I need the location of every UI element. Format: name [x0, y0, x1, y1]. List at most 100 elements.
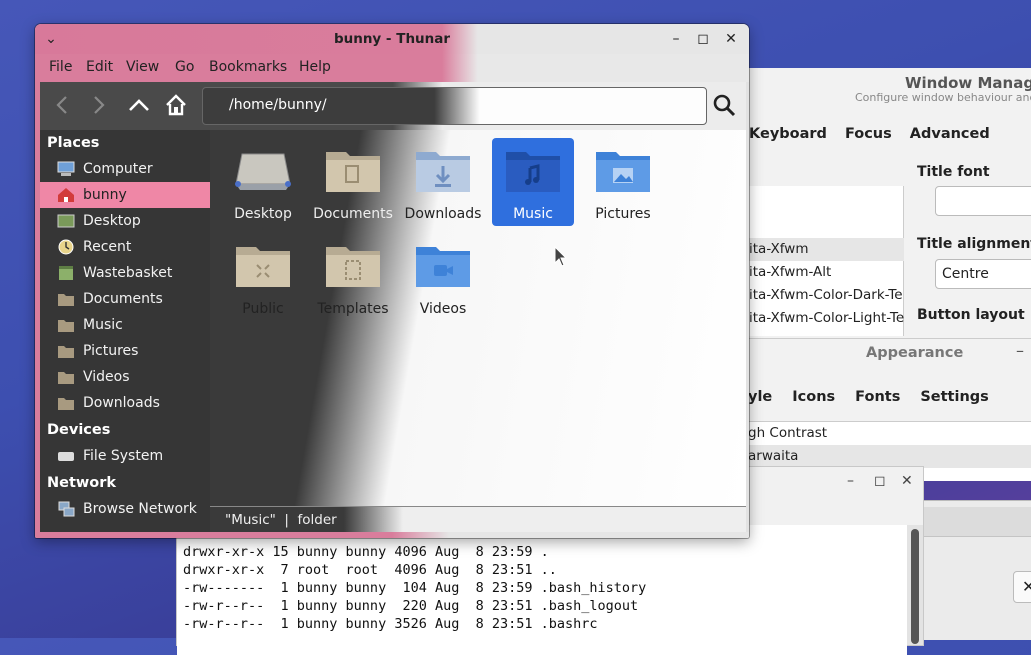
network-header: Network [47, 475, 117, 491]
terminal-scrollbar[interactable] [907, 525, 923, 645]
title-font-button[interactable] [935, 186, 1031, 216]
thunar-window: ⌄ bunny - Thunar – ◻ ✕ File Edit View Go… [35, 24, 749, 538]
file-label: Documents [313, 206, 393, 222]
documents-folder-icon [58, 294, 74, 306]
desktop-folder-icon [235, 153, 291, 190]
sidebar-item-wastebasket[interactable]: Wastebasket [40, 260, 210, 286]
sidebar-item-bunny[interactable]: bunny [40, 182, 210, 208]
file-item-music[interactable]: Music [492, 138, 574, 226]
home-folder-icon [58, 188, 74, 202]
menu-file[interactable]: File [49, 59, 72, 75]
file-view[interactable]: Desktop Documents Downloads Music Pictur… [210, 130, 746, 506]
appearance-tabs: yle Icons Fonts Settings [748, 389, 1009, 405]
file-item-pictures[interactable]: Pictures [582, 138, 664, 226]
menu-bookmarks[interactable]: Bookmarks [209, 59, 287, 75]
file-item-templates[interactable]: Templates [312, 233, 394, 321]
parent-folder-icon[interactable] [126, 92, 152, 118]
file-item-documents[interactable]: Documents [312, 138, 394, 226]
music-folder-icon [506, 152, 560, 192]
title-alignment-label: Title alignment [917, 236, 1031, 252]
button-layout-label: Button layout [917, 307, 1025, 323]
sidebar: Places Computer bunny Desktop Recent Was… [40, 130, 210, 532]
back-icon[interactable] [49, 92, 75, 118]
sidebar-item-label: Documents [83, 291, 163, 307]
sidebar-item-videos[interactable]: Videos [40, 364, 210, 390]
list-item[interactable]: ita-Xfwm [749, 238, 904, 261]
tab-icons[interactable]: Icons [792, 389, 835, 405]
menu-help[interactable]: Help [299, 59, 331, 75]
list-item[interactable]: ita-Xfwm-Color-Light-Te [749, 307, 904, 330]
desktop-icon [57, 214, 75, 228]
tab-advanced[interactable]: Advanced [910, 124, 990, 144]
tab-style[interactable]: yle [748, 389, 772, 405]
dialog-window: ✕ [922, 500, 1031, 640]
minimize-icon[interactable]: – [1016, 341, 1024, 360]
sidebar-item-pictures[interactable]: Pictures [40, 338, 210, 364]
terminal-line: -rw-r--r-- 1 bunny bunny 220 Aug 8 23:51… [183, 598, 639, 614]
sidebar-item-label: Computer [83, 161, 153, 177]
close-icon[interactable]: ✕ [721, 29, 741, 49]
file-label: Music [513, 206, 553, 222]
list-item[interactable]: ita-Xfwm-Alt [749, 261, 904, 284]
sidebar-item-downloads[interactable]: Downloads [40, 390, 210, 416]
list-item[interactable]: gh Contrast [748, 422, 1031, 445]
sidebar-item-file-system[interactable]: File System [40, 443, 210, 469]
documents-folder-icon [326, 152, 380, 192]
forward-icon[interactable] [86, 92, 112, 118]
location-bar[interactable]: /home/bunny/ [202, 87, 707, 125]
menu-go[interactable]: Go [175, 59, 194, 75]
title-font-label: Title font [917, 164, 990, 180]
maximize-icon[interactable]: ◻ [874, 473, 886, 489]
sidebar-item-music[interactable]: Music [40, 312, 210, 338]
tab-focus[interactable]: Focus [845, 124, 892, 144]
sidebar-item-documents[interactable]: Documents [40, 286, 210, 312]
sidebar-item-label: File System [83, 448, 164, 464]
sidebar-item-label: Recent [83, 239, 132, 255]
search-icon[interactable] [711, 92, 737, 118]
tab-keyboard[interactable]: Keyboard [749, 124, 827, 144]
network-icon [58, 501, 75, 517]
terminal-line: drwxr-xr-x 15 bunny bunny 4096 Aug 8 23:… [183, 544, 549, 560]
trash-icon [59, 266, 73, 280]
public-folder-icon [236, 247, 290, 287]
terminal-line: -rw------- 1 bunny bunny 104 Aug 8 23:59… [183, 580, 647, 596]
sidebar-item-recent[interactable]: Recent [40, 234, 210, 260]
title-alignment-select[interactable]: Centre [935, 259, 1031, 289]
file-item-desktop[interactable]: Desktop [222, 138, 304, 226]
file-item-downloads[interactable]: Downloads [402, 138, 484, 226]
menu-view[interactable]: View [126, 59, 159, 75]
tab-fonts[interactable]: Fonts [855, 389, 900, 405]
sidebar-item-label: bunny [83, 187, 127, 203]
terminal-output[interactable]: drwxr-xr-x 15 bunny bunny 4096 Aug 8 23:… [177, 525, 907, 655]
dialog-toolbar [923, 507, 1031, 537]
theme-list[interactable]: ita-Xfwm ita-Xfwm-Alt ita-Xfwm-Color-Dar… [749, 186, 904, 336]
close-icon[interactable]: ✕ [901, 473, 913, 489]
appearance-window: Appearance – yle Icons Fonts Settings gh… [748, 338, 1031, 481]
minimize-icon[interactable]: – [666, 29, 686, 49]
home-icon[interactable] [163, 92, 189, 118]
videos-folder-icon [416, 247, 470, 287]
file-label: Downloads [404, 206, 482, 222]
maximize-icon[interactable]: ◻ [693, 29, 713, 49]
minimize-icon[interactable]: – [847, 473, 854, 489]
location-path: /home/bunny/ [229, 97, 327, 113]
file-item-public[interactable]: Public [222, 233, 304, 321]
list-item[interactable]: arwaita [748, 445, 1031, 468]
list-item[interactable]: ita-Xfwm-Color-Dark-Te [749, 284, 904, 307]
drive-icon [58, 452, 74, 461]
wm-title: Window Manager [905, 74, 1031, 92]
close-button[interactable]: ✕ [1013, 571, 1031, 603]
menu-edit[interactable]: Edit [86, 59, 113, 75]
window-manager-settings: Window Manager Configure window behaviou… [748, 68, 1031, 338]
scrollbar-thumb[interactable] [911, 529, 919, 644]
wm-tabs: Keyboard Focus Advanced [749, 124, 1008, 144]
tab-settings[interactable]: Settings [920, 389, 988, 405]
places-header: Places [47, 135, 100, 151]
title-bar[interactable]: ⌄ bunny - Thunar – ◻ ✕ [35, 24, 749, 54]
sidebar-item-browse-network[interactable]: Browse Network [40, 496, 210, 522]
sidebar-item-computer[interactable]: Computer [40, 156, 210, 182]
file-item-videos[interactable]: Videos [402, 233, 484, 321]
downloads-folder-icon [58, 398, 74, 410]
sidebar-item-desktop[interactable]: Desktop [40, 208, 210, 234]
menu-bar: File Edit View Go Bookmarks Help [35, 54, 749, 82]
